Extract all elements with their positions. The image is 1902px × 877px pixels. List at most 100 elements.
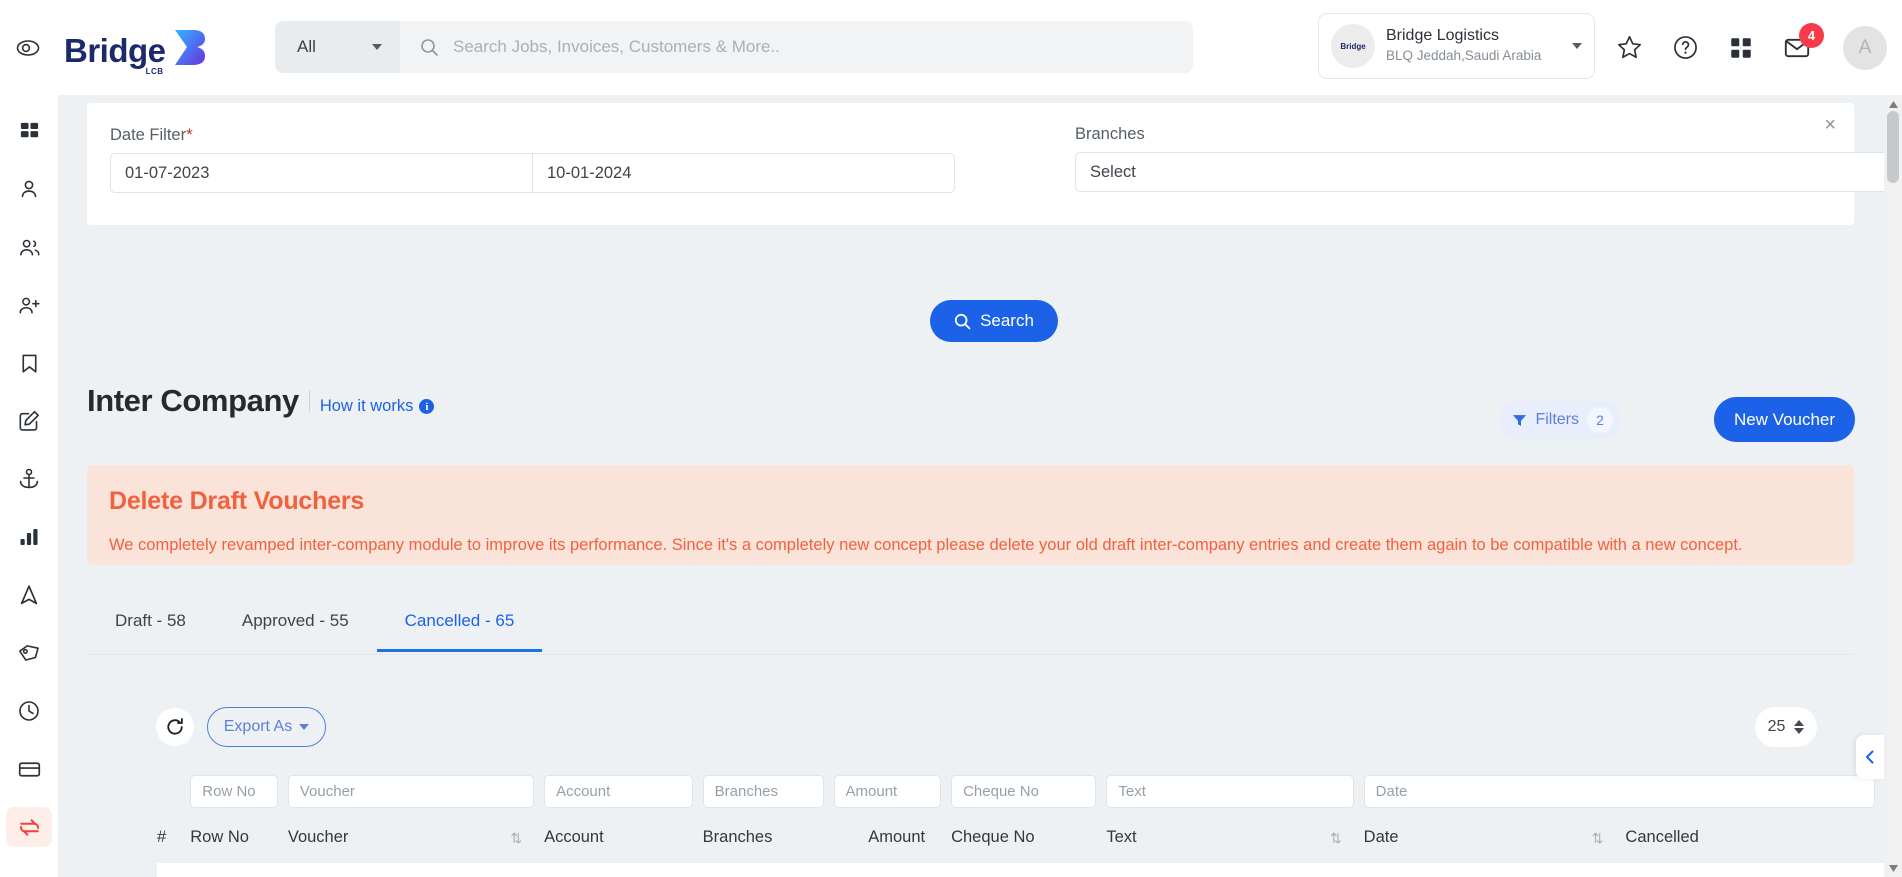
org-avatar: Bridge (1331, 24, 1375, 68)
col-cheque-no[interactable]: Cheque No (951, 818, 1107, 863)
filter-cell-amount (833, 767, 952, 818)
refresh-button[interactable] (156, 708, 194, 746)
brand-subtitle: LCB (145, 67, 164, 76)
col-branches[interactable]: Branches (702, 818, 834, 863)
cell-branches: Bridge Demo 2 1 Company (702, 863, 834, 877)
cell-row-no: IC24001 (190, 863, 288, 877)
global-search: All (275, 21, 1193, 73)
cell-cancelled: Dhinesh - BLQ 04-01-2024 8:30 ... (1625, 863, 1884, 877)
col-amount-label: Amount (868, 828, 926, 846)
search-icon (421, 38, 438, 56)
sort-icon[interactable]: ⇅ (1330, 831, 1342, 845)
mail-icon[interactable]: 4 (1783, 22, 1824, 62)
filter-input-row-no[interactable] (190, 775, 278, 808)
page-size-selector[interactable]: 25 (1755, 707, 1817, 747)
col-account[interactable]: Account (544, 818, 703, 863)
col-cancelled[interactable]: Cancelled (1625, 818, 1884, 863)
filter-input-account[interactable] (544, 775, 693, 808)
sidebar-item-reports[interactable] (6, 517, 52, 557)
sidebar-item-customer[interactable] (6, 169, 52, 209)
sidebar-item-payments[interactable] (6, 749, 52, 789)
org-name: Bridge Logistics (1386, 27, 1499, 45)
vertical-scrollbar[interactable] (1884, 95, 1902, 877)
sidebar-item-navigation[interactable] (6, 575, 52, 615)
sidebar-item-dashboard[interactable] (6, 111, 52, 151)
cell-index: 1 (157, 863, 191, 877)
branches-select-value: Select (1090, 162, 1136, 181)
search-scope-label: All (297, 37, 316, 56)
brand-logo[interactable]: Bridge LCB (64, 28, 207, 76)
col-date[interactable]: Date ⇅ (1363, 818, 1626, 863)
branches-select[interactable]: Select (1075, 152, 1884, 192)
sidebar-item-inter-company[interactable] (6, 807, 52, 847)
filters-button[interactable]: Filters 2 (1498, 401, 1622, 439)
brand-wordmark: Bridge LCB (64, 34, 166, 76)
col-amount[interactable]: Amount (833, 818, 952, 863)
sidebar-item-history[interactable] (6, 691, 52, 731)
search-input[interactable] (453, 37, 1193, 57)
required-asterisk: * (186, 125, 193, 144)
how-it-works-link[interactable]: How it works i (320, 397, 435, 416)
search-scope-dropdown[interactable]: All (275, 21, 400, 73)
col-text[interactable]: Text ⇅ (1106, 818, 1364, 863)
filter-input-voucher[interactable] (287, 775, 535, 808)
sidebar-item-users[interactable] (6, 227, 52, 267)
col-voucher-label: Voucher (287, 828, 349, 846)
cell-cheque-no (951, 863, 1107, 877)
sidebar-item-bookmarks[interactable] (6, 343, 52, 383)
filter-input-text[interactable] (1106, 775, 1354, 808)
vouchers-table-container: # Row No Voucher ⇅ Account Branches Amoun… (157, 767, 1884, 877)
tab-draft[interactable]: Draft - 58 (87, 603, 214, 651)
table-header-row: # Row No Voucher ⇅ Account Branches Amoun… (157, 818, 1884, 863)
cell-voucher: BCV/24060001 (287, 863, 545, 877)
anchor-icon (19, 468, 39, 489)
search-icon (954, 313, 971, 329)
date-to-input[interactable] (533, 153, 955, 193)
scrollbar-thumb[interactable] (1887, 111, 1899, 183)
apps-grid-icon[interactable] (1727, 34, 1755, 62)
tab-cancelled[interactable]: Cancelled - 65 (376, 603, 543, 652)
col-voucher[interactable]: Voucher ⇅ (287, 818, 545, 863)
new-voucher-button[interactable]: New Voucher (1714, 397, 1855, 442)
filter-input-date[interactable] (1363, 775, 1875, 808)
sidebar-item-add-user[interactable] (6, 285, 52, 325)
filter-input-cheque-no[interactable] (951, 775, 1097, 808)
alert-title: Delete Draft Vouchers (109, 487, 365, 515)
edit-square-icon (19, 410, 39, 431)
sort-icon[interactable]: ⇅ (510, 831, 522, 845)
cell-account: 9019020 BANK ACCOUNT 2 (544, 863, 703, 877)
branches-filter-label: Branches (1075, 125, 1145, 143)
sidebar-item-shipping[interactable] (6, 459, 52, 499)
brand-mark-icon (174, 30, 205, 65)
scroll-down-arrow[interactable] (1884, 859, 1902, 877)
search-button[interactable]: Search (930, 300, 1058, 342)
col-index: # (157, 818, 191, 863)
navigate-icon (20, 585, 38, 605)
alert-body: We completely revamped inter-company mod… (109, 536, 1743, 554)
panel-collapse-toggle[interactable] (1856, 735, 1884, 779)
filter-cell-account (544, 767, 703, 818)
title-divider (308, 390, 310, 412)
filter-input-amount[interactable] (833, 775, 942, 808)
sidebar-item-edit[interactable] (6, 401, 52, 441)
export-as-button[interactable]: Export As (207, 707, 326, 747)
table-row[interactable]: 1 IC24001 BCV/24060001 9019020 BANK ACCO… (157, 863, 1884, 877)
col-row-no[interactable]: Row No (190, 818, 288, 863)
header-icon-group: 4 A (1615, 0, 1887, 95)
filter-input-branches[interactable] (702, 775, 824, 808)
avatar[interactable]: A (1843, 25, 1887, 70)
organization-selector[interactable]: Bridge Bridge Logistics BLQ Jeddah,Saudi… (1318, 13, 1595, 79)
tab-approved[interactable]: Approved - 55 (214, 603, 377, 651)
top-header: Bridge LCB All Bridge Bridge (0, 0, 1902, 95)
cell-date: 04-01-2024 Dhinesh - BLQ (1363, 863, 1626, 877)
filter-cell-text (1106, 767, 1364, 818)
date-from-input[interactable] (110, 153, 533, 193)
sidebar-item-tags[interactable] (6, 633, 52, 673)
sort-icon[interactable]: ⇅ (1592, 831, 1604, 845)
chevron-down-icon (299, 724, 310, 730)
left-sidebar (0, 95, 58, 877)
stepper-icon (1794, 720, 1805, 734)
help-icon[interactable] (1671, 34, 1699, 62)
star-icon[interactable] (1615, 34, 1643, 62)
eye-toggle-icon[interactable] (8, 28, 48, 68)
